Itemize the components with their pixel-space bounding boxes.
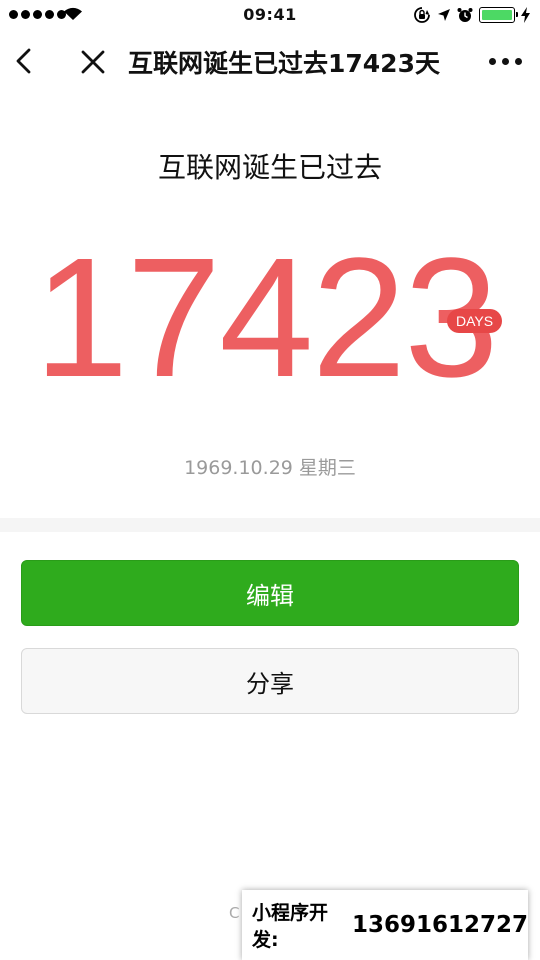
alarm-icon — [457, 8, 473, 22]
share-button[interactable]: 分享 — [21, 648, 519, 714]
days-unit-badge: DAYS — [447, 309, 503, 333]
more-dots-icon[interactable] — [489, 58, 522, 65]
status-icons — [413, 6, 530, 24]
charging-bolt-icon — [521, 7, 530, 23]
close-icon[interactable] — [80, 49, 106, 75]
page-title: 互联网诞生已过去17423天 — [128, 49, 440, 78]
location-arrow-icon — [438, 9, 450, 21]
promo-phone: 13691612727 — [351, 912, 528, 938]
battery-level-fill — [482, 10, 512, 20]
chevron-left-icon[interactable] — [12, 47, 36, 75]
app-screen: 09:41 互联网诞生已过去17423天 互联网诞生已过去 17423 DAYS… — [0, 0, 540, 960]
day-count: 17423 — [34, 223, 499, 413]
edit-button[interactable]: 编辑 — [21, 560, 519, 626]
battery-icon — [479, 7, 518, 23]
day-counter: 17423 DAYS — [0, 228, 540, 408]
section-divider — [0, 518, 540, 532]
navigation-bar: 互联网诞生已过去17423天 — [0, 30, 540, 92]
start-date: 1969.10.29 星期三 — [184, 457, 356, 479]
promo-overlay: 小程序开发: 13691612727 — [242, 890, 528, 960]
promo-label: 小程序开发: — [252, 902, 329, 951]
headline: 互联网诞生已过去 — [157, 151, 382, 184]
status-bar: 09:41 — [0, 0, 540, 30]
orientation-lock-icon — [414, 7, 430, 23]
footer-text: C — [229, 904, 240, 922]
